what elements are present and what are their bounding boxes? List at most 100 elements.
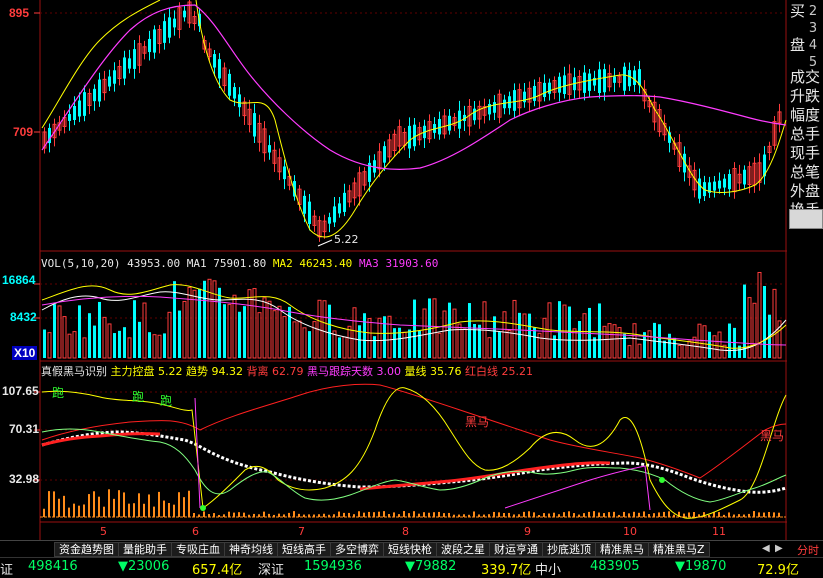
indicator-bar bbox=[163, 500, 165, 517]
x-axis-label: 8 bbox=[402, 525, 409, 538]
indicator-item-1: 趋势 94.32 bbox=[182, 365, 243, 378]
status-zx-index: 483905 bbox=[590, 559, 640, 574]
volume-bar bbox=[623, 333, 626, 358]
indicator-bar bbox=[203, 511, 205, 517]
indicator-bar bbox=[688, 512, 690, 517]
indicator-title: 真假黑马识别 主力控盘 5.22 趋势 94.32 背离 62.79 黑马跟踪天… bbox=[41, 365, 533, 378]
indicator-bar bbox=[348, 512, 350, 517]
indicator-item-5: 红白线 25.21 bbox=[461, 365, 533, 378]
x-axis-label: 9 bbox=[524, 525, 531, 538]
status-sh-change: ▼23006 bbox=[118, 559, 170, 574]
indicator-bar bbox=[728, 512, 730, 517]
tab-fenshi[interactable]: 分时 bbox=[797, 542, 819, 558]
indicator-bar bbox=[113, 498, 115, 517]
indicator-bar bbox=[653, 513, 655, 517]
volume-bar bbox=[203, 280, 206, 358]
volume-bar bbox=[93, 325, 96, 358]
side-scroll-button[interactable] bbox=[789, 209, 823, 229]
indicator-bar bbox=[638, 512, 640, 517]
indicator-bar bbox=[553, 512, 555, 517]
volume-bar bbox=[43, 329, 46, 358]
indicator-bar bbox=[68, 507, 70, 517]
indicator-bar bbox=[128, 503, 130, 517]
indicator-bar bbox=[758, 512, 760, 517]
tab-indicator-6[interactable]: 短线快枪 bbox=[383, 542, 437, 557]
volume-bar bbox=[383, 316, 386, 358]
tab-indicator-9[interactable]: 抄底逃顶 bbox=[542, 542, 596, 557]
volume-bar bbox=[53, 304, 56, 358]
volume-bar bbox=[598, 303, 601, 358]
tab-indicator-7[interactable]: 波段之星 bbox=[436, 542, 490, 557]
indicator-bar bbox=[508, 512, 510, 517]
indicator-bar bbox=[98, 496, 100, 517]
indicator-bar bbox=[428, 512, 430, 517]
ind-y-low: 32.98 bbox=[9, 472, 40, 486]
side-row-list: 成交升跌幅度总手现手总笔外盘换手 bbox=[790, 68, 820, 220]
status-zx-label: 中小 bbox=[535, 563, 562, 578]
indicator-bar bbox=[263, 511, 265, 517]
indicator-bar bbox=[768, 512, 770, 517]
indicator-bar bbox=[118, 490, 120, 517]
tab-indicator-11[interactable]: 精准黑马Z bbox=[648, 542, 710, 557]
volume-bar bbox=[223, 304, 226, 358]
tab-indicator-1[interactable]: 量能助手 bbox=[118, 542, 172, 557]
side-row-label: 幅度 bbox=[790, 106, 821, 124]
indicator-bar bbox=[143, 503, 145, 517]
tab-indicator-0[interactable]: 资金趋势图 bbox=[54, 542, 119, 557]
ind-marker-right bbox=[659, 477, 665, 483]
status-left-cut: 证 bbox=[0, 563, 14, 578]
tab-indicator-5[interactable]: 多空博弈 bbox=[330, 542, 384, 557]
indicator-bar bbox=[548, 513, 550, 517]
tab-scroll-left-icon[interactable]: ◀ bbox=[762, 543, 770, 554]
ind-y-mid: 70.31 bbox=[9, 422, 40, 436]
volume-bar bbox=[738, 345, 741, 358]
volume-bar bbox=[238, 311, 241, 358]
indicator-bar bbox=[423, 512, 425, 517]
x-axis-label: 6 bbox=[192, 525, 199, 538]
indicator-bar bbox=[373, 512, 375, 517]
status-sz-label: 深证 bbox=[258, 563, 285, 578]
volume-bar bbox=[578, 320, 581, 358]
tab-indicator-3[interactable]: 神奇均线 bbox=[224, 542, 278, 557]
ind-marker-left bbox=[200, 505, 206, 511]
indicator-bar bbox=[563, 512, 565, 517]
indicator-bar bbox=[628, 513, 630, 517]
tab-indicator-8[interactable]: 财运亨通 bbox=[489, 542, 543, 557]
indicator-bar bbox=[498, 512, 500, 517]
volume-bar bbox=[663, 340, 666, 358]
indicator-bar bbox=[173, 504, 175, 517]
indicator-bar bbox=[588, 511, 590, 517]
side-row-label: 升跌 bbox=[790, 87, 821, 105]
volume-bar bbox=[288, 306, 291, 358]
indicator-bar bbox=[413, 511, 415, 517]
status-sz-index: 1594936 bbox=[304, 559, 362, 574]
indicator-bar bbox=[228, 511, 230, 517]
tab-indicator-4[interactable]: 短线高手 bbox=[277, 542, 331, 557]
indicator-bar bbox=[778, 512, 780, 517]
candle bbox=[657, 104, 662, 137]
tab-indicator-10[interactable]: 精准黑马 bbox=[595, 542, 649, 557]
main-chart[interactable] bbox=[0, 0, 787, 540]
indicator-bar bbox=[188, 490, 190, 517]
volume-bar bbox=[178, 310, 181, 358]
price-low-label: 5.22 bbox=[334, 233, 359, 246]
price-y-high: 895 bbox=[9, 6, 30, 20]
indicator-bar bbox=[613, 511, 615, 517]
indicator-tab-bar: 资金趋势图 量能助手 专吸庄血 神奇均线 短线高手 多空博弈 短线快枪 波段之星 财运亨通 抄底逃… bbox=[0, 540, 823, 558]
indicator-bar bbox=[83, 504, 85, 517]
indicator-bar bbox=[358, 511, 360, 517]
tab-indicator-2[interactable]: 专吸庄血 bbox=[171, 542, 225, 557]
indicator-bar bbox=[363, 512, 365, 517]
volume-bar bbox=[373, 336, 376, 358]
ind-y-top: 107.65 bbox=[2, 384, 39, 398]
indicator-bar bbox=[88, 494, 90, 517]
tab-scroll-right-icon[interactable]: ▶ bbox=[775, 543, 783, 554]
volume-bar bbox=[88, 313, 91, 358]
indicator-bar bbox=[438, 511, 440, 517]
ind-label-horse-1: 黑马 bbox=[465, 415, 490, 429]
volume-y-unit: X10 bbox=[12, 346, 38, 360]
indicator-bar bbox=[473, 511, 475, 517]
volume-bar bbox=[113, 333, 116, 358]
indicator-bar bbox=[278, 513, 280, 517]
indicator-bar bbox=[503, 513, 505, 517]
